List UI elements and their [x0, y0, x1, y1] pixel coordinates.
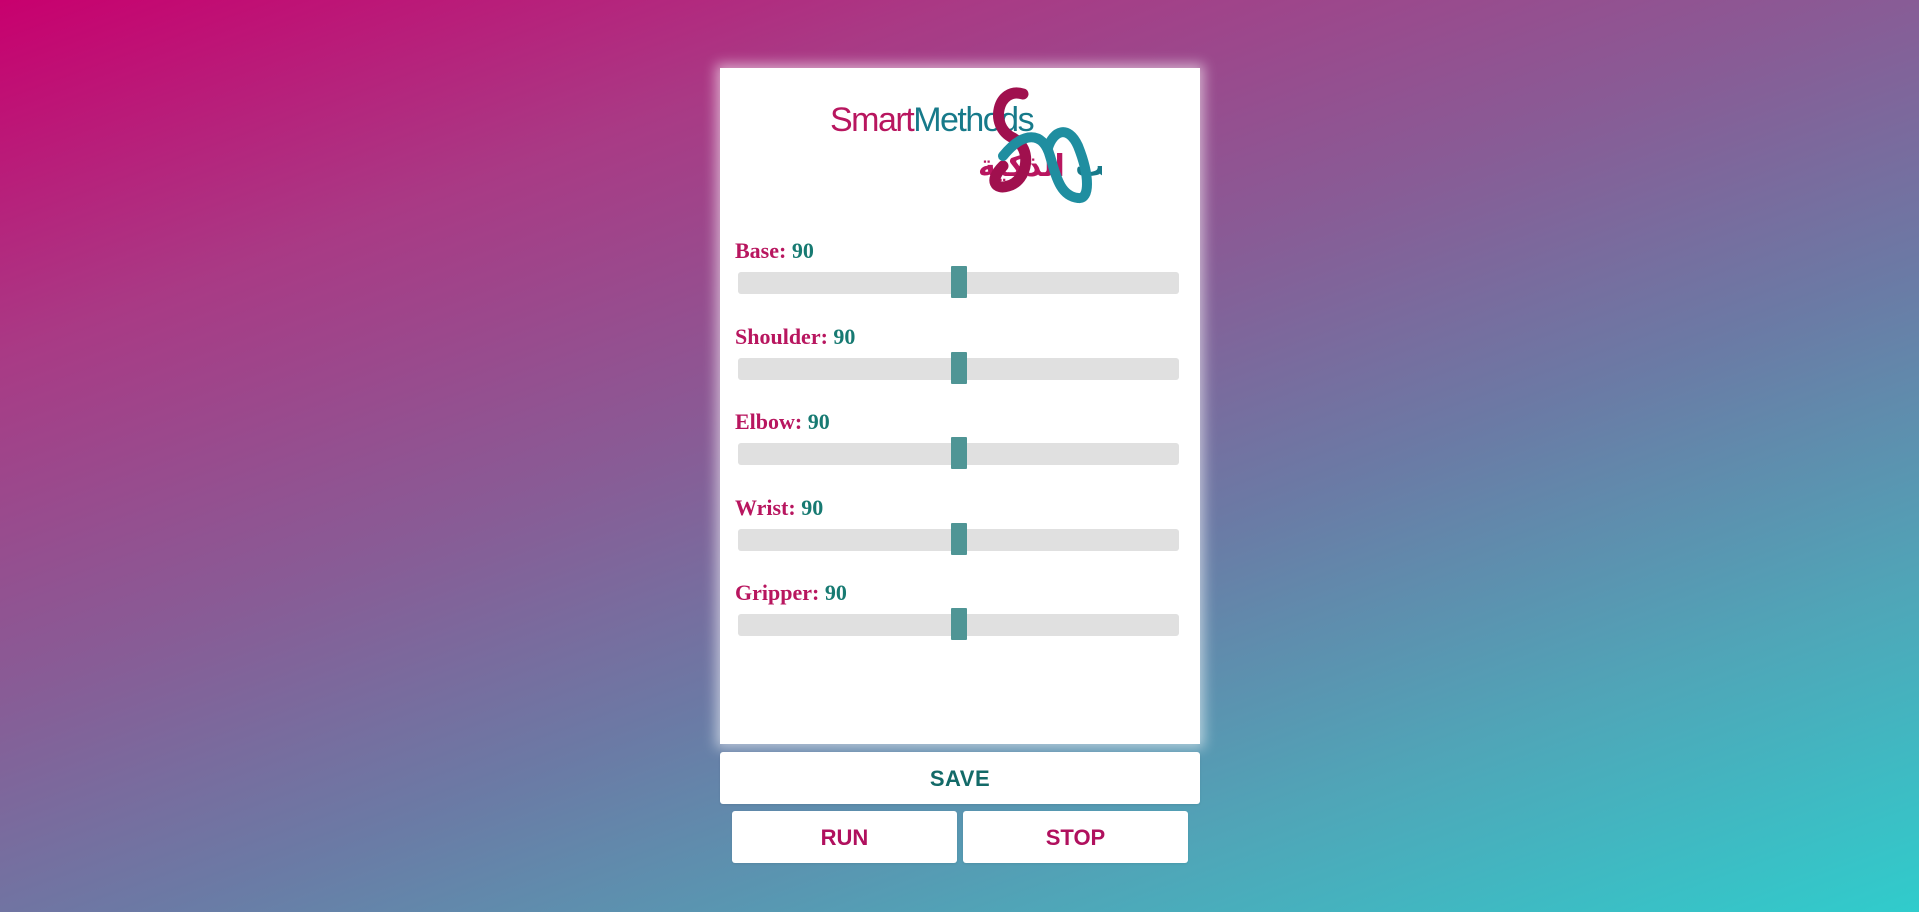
- slider-base: Base: 90: [735, 238, 1185, 298]
- slider-gripper-label: Gripper:: [735, 580, 820, 605]
- slider-base-thumb[interactable]: [950, 266, 967, 298]
- slider-shoulder-label: Shoulder:: [735, 324, 828, 349]
- slider-shoulder-value: 90: [833, 324, 856, 349]
- slider-elbow-label: Elbow:: [735, 409, 803, 434]
- control-panel: SmartMethods الأساليب الذكية Base: 90 Sh…: [720, 68, 1200, 744]
- slider-wrist-thumb[interactable]: [950, 523, 967, 555]
- slider-shoulder-thumb[interactable]: [950, 352, 967, 384]
- slider-shoulder: Shoulder: 90: [735, 324, 1185, 384]
- slider-elbow-track[interactable]: [738, 437, 1179, 469]
- slider-elbow-thumb[interactable]: [950, 437, 967, 469]
- slider-base-label: Base:: [735, 238, 787, 263]
- slider-wrist: Wrist: 90: [735, 495, 1185, 555]
- slider-wrist-label: Wrist:: [735, 495, 796, 520]
- save-button[interactable]: SAVE: [720, 752, 1200, 804]
- slider-wrist-value: 90: [801, 495, 824, 520]
- smartmethods-logo: SmartMethods الأساليب الذكية: [830, 87, 1102, 203]
- slider-elbow-value: 90: [807, 409, 830, 434]
- slider-wrist-track[interactable]: [738, 523, 1179, 555]
- slider-base-value: 90: [791, 238, 814, 263]
- stop-button[interactable]: STOP: [963, 811, 1188, 863]
- slider-gripper-track[interactable]: [738, 608, 1179, 640]
- slider-elbow: Elbow: 90: [735, 409, 1185, 469]
- slider-gripper: Gripper: 90: [735, 580, 1185, 640]
- slider-gripper-thumb[interactable]: [950, 608, 967, 640]
- run-button[interactable]: RUN: [732, 811, 957, 863]
- slider-base-track[interactable]: [738, 266, 1179, 298]
- slider-gripper-value: 90: [824, 580, 847, 605]
- slider-shoulder-track[interactable]: [738, 352, 1179, 384]
